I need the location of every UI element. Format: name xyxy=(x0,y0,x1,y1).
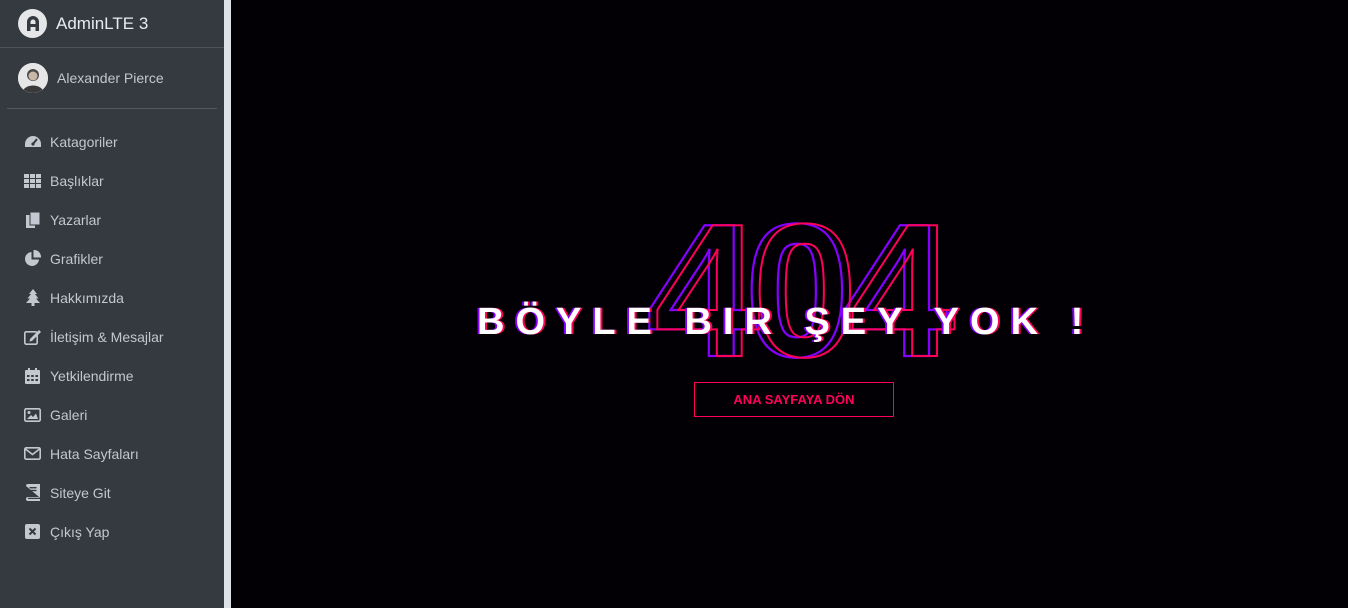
sidebar-item-label: Grafikler xyxy=(50,250,103,267)
brand-title: AdminLTE 3 xyxy=(56,13,149,33)
grid-table-icon xyxy=(23,172,42,190)
home-button[interactable]: ANA SAYFAYA DÖN xyxy=(694,382,894,417)
sidebar-item-yazarlar[interactable]: Yazarlar xyxy=(0,200,224,239)
sidebar-item-siteye-git[interactable]: Siteye Git xyxy=(0,473,224,512)
adminlte-logo-icon xyxy=(18,9,47,38)
sidebar-divider xyxy=(224,0,231,608)
sidebar-item-label: Siteye Git xyxy=(50,484,111,501)
sidebar-item-label: İletişim & Mesajlar xyxy=(50,328,164,345)
sidebar-item-yetkilendirme[interactable]: Yetkilendirme xyxy=(0,356,224,395)
calendar-icon xyxy=(23,367,42,385)
brand-link[interactable]: AdminLTE 3 xyxy=(0,0,224,48)
sidebar-item-label: Yazarlar xyxy=(50,211,102,228)
sidebar-item-grafikler[interactable]: Grafikler xyxy=(0,239,224,278)
tree-icon xyxy=(23,289,42,307)
user-name[interactable]: Alexander Pierce xyxy=(57,70,164,86)
sidebar-item-label: Galeri xyxy=(50,406,88,423)
main-content: 404 404 BÖYLE BIR ŞEY YOK ! ANA SAYFAYA … xyxy=(231,0,1348,608)
edit-icon xyxy=(23,328,42,346)
sidebar: AdminLTE 3 Alexander Pierce Katagoriler … xyxy=(0,0,224,608)
close-square-icon xyxy=(23,523,42,541)
sidebar-nav: Katagoriler Başlıklar Yazarlar Grafikler… xyxy=(0,109,224,551)
sidebar-item-basliklar[interactable]: Başlıklar xyxy=(0,161,224,200)
sidebar-item-label: Başlıklar xyxy=(50,172,104,189)
book-icon xyxy=(23,484,42,502)
sidebar-item-label: Hakkımızda xyxy=(50,289,124,306)
sidebar-item-label: Yetkilendirme xyxy=(50,367,134,384)
envelope-icon xyxy=(23,445,42,463)
copy-pages-icon xyxy=(23,211,42,229)
sidebar-item-hata-sayfalari[interactable]: Hata Sayfaları xyxy=(0,434,224,473)
avatar xyxy=(18,63,48,93)
sidebar-item-label: Çıkış Yap xyxy=(50,523,110,540)
sidebar-item-hakkimizda[interactable]: Hakkımızda xyxy=(0,278,224,317)
pie-chart-icon xyxy=(23,250,42,268)
sidebar-item-katagoriler[interactable]: Katagoriler xyxy=(0,122,224,161)
image-icon xyxy=(23,406,42,424)
user-panel[interactable]: Alexander Pierce xyxy=(7,48,217,109)
dashboard-gauge-icon xyxy=(23,133,42,151)
sidebar-item-label: Hata Sayfaları xyxy=(50,445,139,462)
sidebar-item-label: Katagoriler xyxy=(50,133,118,150)
sidebar-item-galeri[interactable]: Galeri xyxy=(0,395,224,434)
error-message: BÖYLE BIR ŞEY YOK ! xyxy=(477,301,1095,343)
sidebar-item-iletisim-mesajlar[interactable]: İletişim & Mesajlar xyxy=(0,317,224,356)
sidebar-item-cikis-yap[interactable]: Çıkış Yap xyxy=(0,512,224,551)
